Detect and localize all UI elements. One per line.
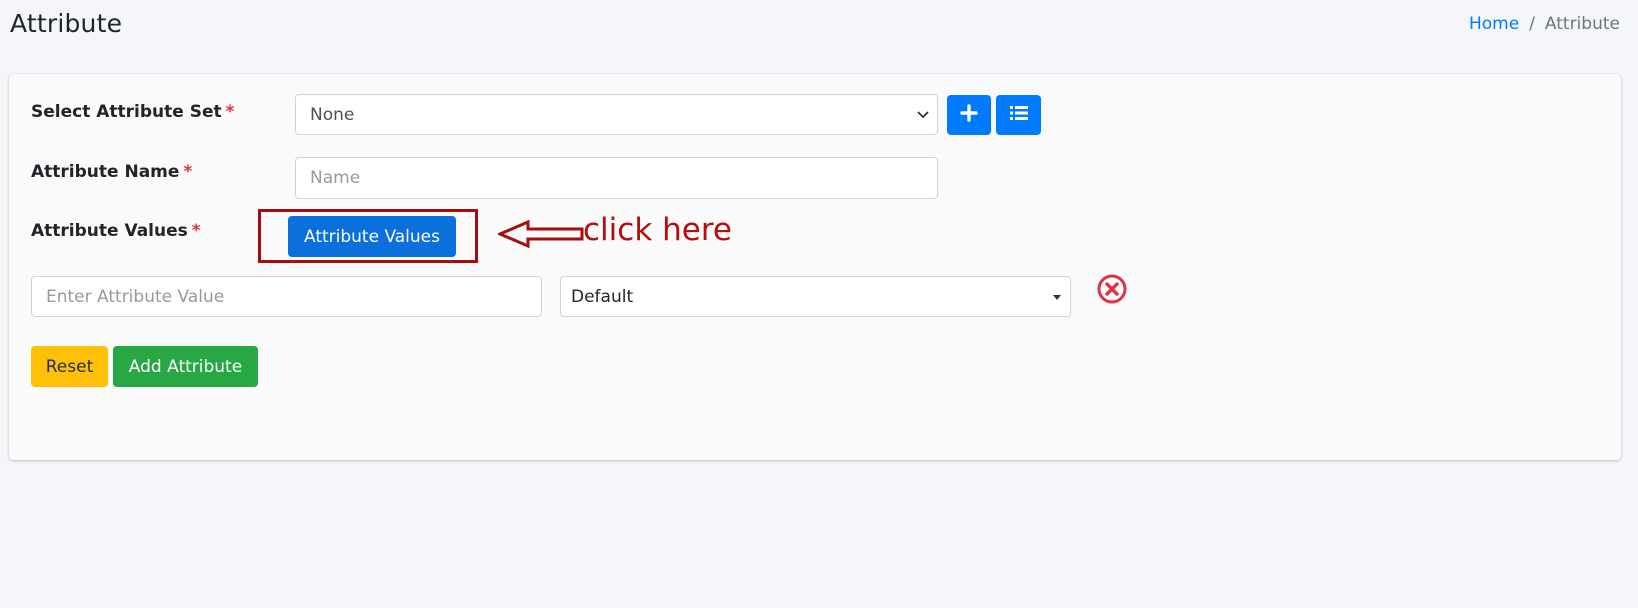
attribute-name-label: Attribute Name * bbox=[31, 162, 192, 182]
attribute-value-placeholder: Enter Attribute Value bbox=[46, 286, 225, 307]
attribute-value-input[interactable]: Enter Attribute Value bbox=[31, 276, 542, 317]
attribute-name-input[interactable]: Name bbox=[295, 157, 938, 199]
caret-down-icon bbox=[1052, 290, 1062, 304]
list-attribute-sets-button[interactable] bbox=[996, 95, 1041, 135]
add-attribute-button[interactable]: Add Attribute bbox=[113, 346, 258, 387]
attribute-form-card: Select Attribute Set * None Attribute Nam… bbox=[9, 74, 1621, 460]
breadcrumb-separator: / bbox=[1529, 14, 1535, 34]
annotation-label: click here bbox=[583, 212, 732, 248]
annotation-highlight-box bbox=[258, 209, 478, 263]
required-mark: * bbox=[183, 162, 193, 182]
required-mark: * bbox=[225, 102, 235, 122]
breadcrumb-current: Attribute bbox=[1544, 14, 1620, 34]
attribute-values-label-text: Attribute Values bbox=[31, 221, 188, 241]
attribute-name-placeholder: Name bbox=[310, 168, 361, 188]
attribute-value-type-selected: Default bbox=[571, 286, 634, 307]
chevron-down-icon bbox=[917, 108, 929, 122]
attribute-value-type-select[interactable]: Default bbox=[560, 276, 1071, 317]
required-mark: * bbox=[191, 221, 201, 241]
close-circle-icon[interactable] bbox=[1096, 273, 1128, 305]
page-title: Attribute bbox=[10, 9, 123, 38]
attribute-set-selected: None bbox=[310, 104, 355, 125]
plus-icon bbox=[960, 103, 978, 127]
list-icon bbox=[1009, 105, 1028, 126]
add-attribute-set-button[interactable] bbox=[947, 95, 991, 135]
breadcrumb-home-link[interactable]: Home bbox=[1469, 14, 1519, 34]
attribute-set-label-text: Select Attribute Set bbox=[31, 102, 222, 122]
attribute-name-label-text: Attribute Name bbox=[31, 162, 180, 182]
annotation-arrow-icon bbox=[498, 220, 584, 248]
attribute-set-select[interactable]: None bbox=[295, 94, 938, 135]
reset-button[interactable]: Reset bbox=[31, 346, 108, 387]
attribute-values-label: Attribute Values * bbox=[31, 221, 201, 241]
breadcrumb: Home / Attribute bbox=[1469, 14, 1620, 34]
attribute-set-label: Select Attribute Set * bbox=[31, 102, 235, 122]
